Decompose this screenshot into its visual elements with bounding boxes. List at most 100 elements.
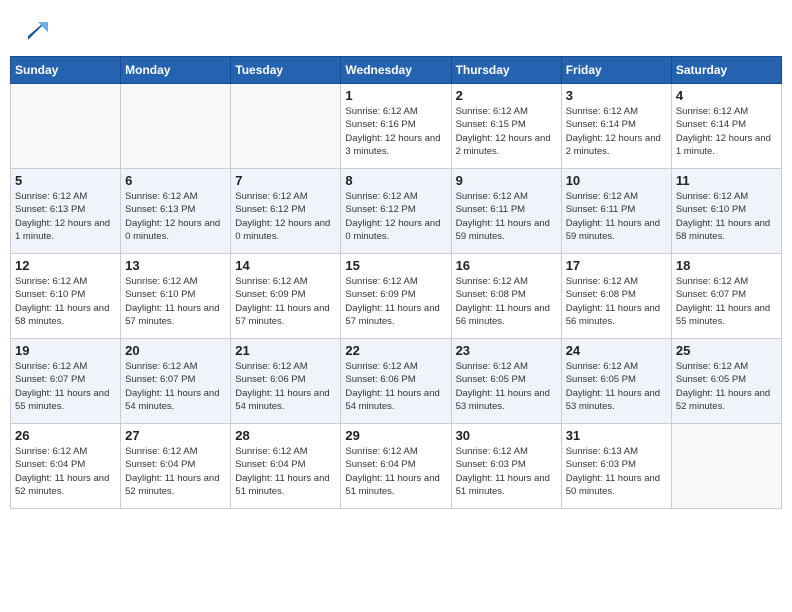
calendar-cell: 14 Sunrise: 6:12 AMSunset: 6:09 PMDayligh… bbox=[231, 254, 341, 339]
day-number: 9 bbox=[456, 173, 557, 188]
calendar-cell: 25 Sunrise: 6:12 AMSunset: 6:05 PMDayligh… bbox=[671, 339, 781, 424]
day-number: 3 bbox=[566, 88, 667, 103]
day-number: 24 bbox=[566, 343, 667, 358]
calendar-cell: 28 Sunrise: 6:12 AMSunset: 6:04 PMDayligh… bbox=[231, 424, 341, 509]
calendar-cell: 8 Sunrise: 6:12 AMSunset: 6:12 PMDaylight… bbox=[341, 169, 451, 254]
day-number: 20 bbox=[125, 343, 226, 358]
cell-info: Sunrise: 6:12 AMSunset: 6:10 PMDaylight:… bbox=[15, 275, 116, 328]
weekday-header: Saturday bbox=[671, 57, 781, 84]
calendar-cell: 31 Sunrise: 6:13 AMSunset: 6:03 PMDayligh… bbox=[561, 424, 671, 509]
day-number: 11 bbox=[676, 173, 777, 188]
cell-info: Sunrise: 6:12 AMSunset: 6:06 PMDaylight:… bbox=[235, 360, 336, 413]
cell-info: Sunrise: 6:12 AMSunset: 6:03 PMDaylight:… bbox=[456, 445, 557, 498]
day-number: 12 bbox=[15, 258, 116, 273]
calendar-cell: 6 Sunrise: 6:12 AMSunset: 6:13 PMDaylight… bbox=[121, 169, 231, 254]
calendar-cell: 24 Sunrise: 6:12 AMSunset: 6:05 PMDayligh… bbox=[561, 339, 671, 424]
cell-info: Sunrise: 6:12 AMSunset: 6:06 PMDaylight:… bbox=[345, 360, 446, 413]
cell-info: Sunrise: 6:12 AMSunset: 6:05 PMDaylight:… bbox=[566, 360, 667, 413]
day-number: 22 bbox=[345, 343, 446, 358]
day-number: 1 bbox=[345, 88, 446, 103]
day-number: 29 bbox=[345, 428, 446, 443]
day-number: 16 bbox=[456, 258, 557, 273]
weekday-header: Sunday bbox=[11, 57, 121, 84]
cell-info: Sunrise: 6:12 AMSunset: 6:12 PMDaylight:… bbox=[235, 190, 336, 243]
cell-info: Sunrise: 6:12 AMSunset: 6:11 PMDaylight:… bbox=[456, 190, 557, 243]
calendar-cell: 10 Sunrise: 6:12 AMSunset: 6:11 PMDayligh… bbox=[561, 169, 671, 254]
calendar-cell: 27 Sunrise: 6:12 AMSunset: 6:04 PMDayligh… bbox=[121, 424, 231, 509]
day-number: 6 bbox=[125, 173, 226, 188]
calendar-cell: 15 Sunrise: 6:12 AMSunset: 6:09 PMDayligh… bbox=[341, 254, 451, 339]
cell-info: Sunrise: 6:12 AMSunset: 6:08 PMDaylight:… bbox=[456, 275, 557, 328]
day-number: 23 bbox=[456, 343, 557, 358]
calendar-cell: 13 Sunrise: 6:12 AMSunset: 6:10 PMDayligh… bbox=[121, 254, 231, 339]
weekday-header: Wednesday bbox=[341, 57, 451, 84]
day-number: 13 bbox=[125, 258, 226, 273]
calendar-cell: 30 Sunrise: 6:12 AMSunset: 6:03 PMDayligh… bbox=[451, 424, 561, 509]
calendar-cell: 9 Sunrise: 6:12 AMSunset: 6:11 PMDaylight… bbox=[451, 169, 561, 254]
calendar-cell: 4Sunrise: 6:12 AMSunset: 6:14 PMDaylight… bbox=[671, 84, 781, 169]
cell-info: Sunrise: 6:12 AMSunset: 6:09 PMDaylight:… bbox=[345, 275, 446, 328]
day-number: 21 bbox=[235, 343, 336, 358]
cell-info: Sunrise: 6:12 AMSunset: 6:10 PMDaylight:… bbox=[676, 190, 777, 243]
calendar-cell: 3 Sunrise: 6:12 AMSunset: 6:14 PMDaylight… bbox=[561, 84, 671, 169]
calendar-cell bbox=[671, 424, 781, 509]
cell-info: Sunrise: 6:12 AMSunset: 6:14 PMDaylight:… bbox=[566, 105, 667, 158]
day-number: 2 bbox=[456, 88, 557, 103]
calendar-cell: 11 Sunrise: 6:12 AMSunset: 6:10 PMDayligh… bbox=[671, 169, 781, 254]
logo-icon bbox=[20, 14, 50, 44]
cell-info: Sunrise: 6:12 AMSunset: 6:05 PMDaylight:… bbox=[676, 360, 777, 413]
day-number: 30 bbox=[456, 428, 557, 443]
day-number: 8 bbox=[345, 173, 446, 188]
day-number: 14 bbox=[235, 258, 336, 273]
weekday-header: Friday bbox=[561, 57, 671, 84]
calendar-cell: 16 Sunrise: 6:12 AMSunset: 6:08 PMDayligh… bbox=[451, 254, 561, 339]
day-number: 27 bbox=[125, 428, 226, 443]
calendar-cell: 7 Sunrise: 6:12 AMSunset: 6:12 PMDaylight… bbox=[231, 169, 341, 254]
calendar-table: SundayMondayTuesdayWednesdayThursdayFrid… bbox=[10, 56, 782, 509]
weekday-header: Tuesday bbox=[231, 57, 341, 84]
calendar-cell: 23Sunrise: 6:12 AMSunset: 6:05 PMDayligh… bbox=[451, 339, 561, 424]
day-number: 7 bbox=[235, 173, 336, 188]
calendar-cell: 2 Sunrise: 6:12 AMSunset: 6:15 PMDaylight… bbox=[451, 84, 561, 169]
cell-info: Sunrise: 6:12 AMSunset: 6:07 PMDaylight:… bbox=[676, 275, 777, 328]
cell-info: Sunrise: 6:12 AMSunset: 6:04 PMDaylight:… bbox=[125, 445, 226, 498]
cell-info: Sunrise: 6:12 AMSunset: 6:11 PMDaylight:… bbox=[566, 190, 667, 243]
weekday-header: Thursday bbox=[451, 57, 561, 84]
calendar-cell: 18 Sunrise: 6:12 AMSunset: 6:07 PMDayligh… bbox=[671, 254, 781, 339]
day-number: 28 bbox=[235, 428, 336, 443]
calendar-cell: 20Sunrise: 6:12 AMSunset: 6:07 PMDayligh… bbox=[121, 339, 231, 424]
page-header bbox=[10, 10, 782, 48]
calendar-cell bbox=[231, 84, 341, 169]
cell-info: Sunrise: 6:12 AMSunset: 6:12 PMDaylight:… bbox=[345, 190, 446, 243]
cell-info: Sunrise: 6:12 AMSunset: 6:04 PMDaylight:… bbox=[235, 445, 336, 498]
cell-info: Sunrise: 6:13 AMSunset: 6:03 PMDaylight:… bbox=[566, 445, 667, 498]
calendar-cell: 29 Sunrise: 6:12 AMSunset: 6:04 PMDayligh… bbox=[341, 424, 451, 509]
calendar-cell: 12 Sunrise: 6:12 AMSunset: 6:10 PMDayligh… bbox=[11, 254, 121, 339]
day-number: 17 bbox=[566, 258, 667, 273]
day-number: 15 bbox=[345, 258, 446, 273]
cell-info: Sunrise: 6:12 AMSunset: 6:07 PMDaylight:… bbox=[15, 360, 116, 413]
calendar-cell: 21 Sunrise: 6:12 AMSunset: 6:06 PMDayligh… bbox=[231, 339, 341, 424]
cell-info: Sunrise: 6:12 AMSunset: 6:04 PMDaylight:… bbox=[15, 445, 116, 498]
day-number: 26 bbox=[15, 428, 116, 443]
weekday-header: Monday bbox=[121, 57, 231, 84]
day-number: 19 bbox=[15, 343, 116, 358]
cell-info: Sunrise: 6:12 AMSunset: 6:09 PMDaylight:… bbox=[235, 275, 336, 328]
cell-info: Sunrise: 6:12 AMSunset: 6:10 PMDaylight:… bbox=[125, 275, 226, 328]
calendar-cell: 17 Sunrise: 6:12 AMSunset: 6:08 PMDayligh… bbox=[561, 254, 671, 339]
cell-info: Sunrise: 6:12 AMSunset: 6:13 PMDaylight:… bbox=[15, 190, 116, 243]
calendar-cell bbox=[11, 84, 121, 169]
cell-info: Sunrise: 6:12 AMSunset: 6:15 PMDaylight:… bbox=[456, 105, 557, 158]
calendar-cell: 22 Sunrise: 6:12 AMSunset: 6:06 PMDayligh… bbox=[341, 339, 451, 424]
calendar-cell bbox=[121, 84, 231, 169]
calendar-cell: 26 Sunrise: 6:12 AMSunset: 6:04 PMDayligh… bbox=[11, 424, 121, 509]
calendar-cell: 1Sunrise: 6:12 AMSunset: 6:16 PMDaylight… bbox=[341, 84, 451, 169]
day-number: 25 bbox=[676, 343, 777, 358]
cell-info: Sunrise: 6:12 AMSunset: 6:13 PMDaylight:… bbox=[125, 190, 226, 243]
cell-info: Sunrise: 6:12 AMSunset: 6:14 PMDaylight:… bbox=[676, 105, 777, 158]
cell-info: Sunrise: 6:12 AMSunset: 6:08 PMDaylight:… bbox=[566, 275, 667, 328]
day-number: 10 bbox=[566, 173, 667, 188]
cell-info: Sunrise: 6:12 AMSunset: 6:04 PMDaylight:… bbox=[345, 445, 446, 498]
day-number: 18 bbox=[676, 258, 777, 273]
day-number: 31 bbox=[566, 428, 667, 443]
